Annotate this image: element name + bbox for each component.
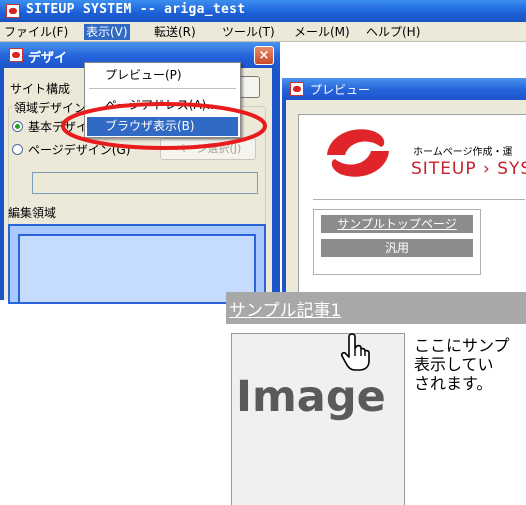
title-bar: SITEUP SYSTEM -- ariga_test <box>0 0 526 22</box>
article-body-text: ここにサンプ 表示してい されます。 <box>414 336 526 393</box>
nav-general-label: 汎用 <box>321 239 473 257</box>
edit-area-label: 編集領域 <box>8 206 57 220</box>
siteup-logo-icon <box>327 129 389 177</box>
window-icon <box>9 48 23 62</box>
preview-page: ホームページ作成・運 SITEUP › SYS サンプルトップページ 汎用 <box>298 114 526 302</box>
header-tagline: ホームページ作成・運 <box>413 147 513 158</box>
edit-area-inner <box>18 234 256 304</box>
article-link[interactable]: サンプル記事1 <box>229 296 341 321</box>
brand-text: SITEUP › SYS <box>411 159 526 179</box>
preview-window-body: ホームページ作成・運 SITEUP › SYS サンプルトップページ 汎用 <box>286 100 526 302</box>
menu-help[interactable]: ヘルプ(H) <box>364 24 422 40</box>
menu-tools[interactable]: ツール(T) <box>220 24 277 40</box>
image-placeholder-label: Image <box>236 372 386 422</box>
article-body-line: されます。 <box>414 374 493 393</box>
menu-file[interactable]: ファイル(F) <box>2 24 70 40</box>
app-icon <box>6 4 20 18</box>
preview-window-titlebar: プレビュー <box>282 78 526 100</box>
menu-view[interactable]: 表示(V) <box>84 24 130 40</box>
menu-mail[interactable]: メール(M) <box>292 24 352 40</box>
highlight-ellipse <box>61 102 267 150</box>
nav-top-link[interactable]: サンプルトップページ <box>321 215 473 233</box>
window-title: SITEUP SYSTEM -- ariga_test <box>26 2 246 17</box>
article-body-line: 表示してい <box>414 355 494 374</box>
menu-separator <box>89 88 236 89</box>
menu-transfer[interactable]: 転送(R) <box>152 24 198 40</box>
page-field[interactable] <box>32 172 258 194</box>
preview-window: プレビュー ホームページ作成・運 SITEUP › SYS サンプルトップページ… <box>282 78 526 302</box>
radio-page-design[interactable] <box>12 144 23 155</box>
hand-cursor-icon <box>340 333 370 371</box>
zoomed-link-bar: サンプル記事1 <box>226 292 526 324</box>
preview-window-title: プレビュー <box>310 83 371 97</box>
article-body-line: ここにサンプ <box>414 336 510 355</box>
close-button[interactable]: × <box>254 46 274 65</box>
divider <box>313 199 525 200</box>
menu-item-preview[interactable]: プレビュー(P) <box>87 66 238 85</box>
design-window-title: デザイ <box>28 51 68 66</box>
radio-basic-design[interactable] <box>12 121 23 132</box>
site-structure-label: サイト構成 <box>10 82 71 96</box>
menu-bar: ファイル(F) 表示(V) 転送(R) ツール(T) メール(M) ヘルプ(H) <box>0 22 526 42</box>
image-placeholder: Image <box>231 333 405 505</box>
window-icon <box>290 82 304 96</box>
